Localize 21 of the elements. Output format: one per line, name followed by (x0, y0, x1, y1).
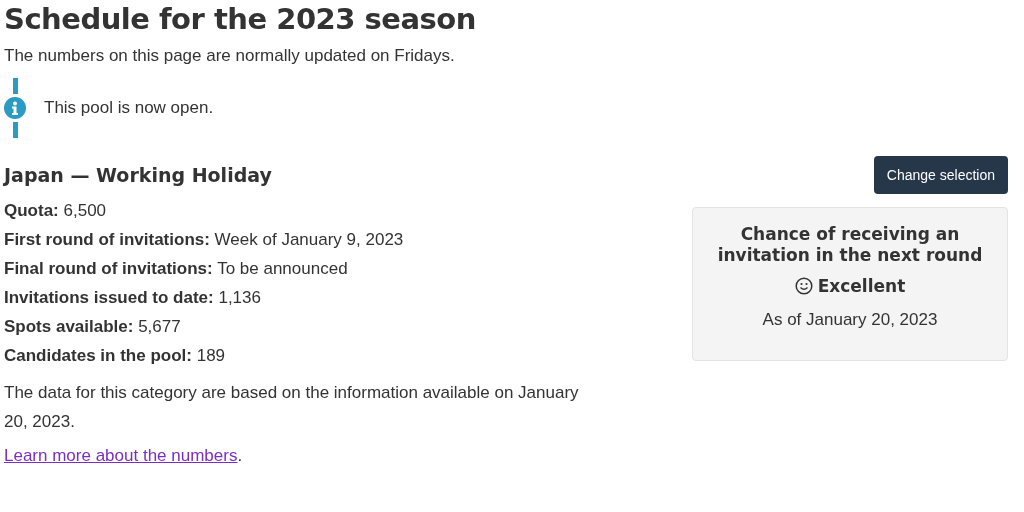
fact-line: First round of invitations: Week of January 9, 2023 (4, 229, 405, 251)
learn-more-link[interactable]: Learn more about the numbers (4, 446, 238, 465)
as-of-date: As of January 20, 2023 (761, 310, 939, 330)
notice-text: This pool is now open. (44, 98, 214, 118)
notice-bar (12, 122, 18, 138)
data-note: The data for this category are based on the information available on January 20, 2023. (4, 382, 580, 433)
info-icon (4, 97, 26, 119)
rating-text: Excellent (817, 276, 906, 296)
chance-heading: Chance of receiving an invitation in the next round (716, 224, 984, 266)
fact-line: Candidates in the pool: 189 (4, 345, 227, 367)
page-title: Schedule for the 2023 season (4, 2, 477, 36)
intro-text: The numbers on this page are normally updated on Fridays. (4, 46, 456, 66)
notice-bar (12, 78, 18, 94)
change-selection-button[interactable]: Change selection (873, 156, 1008, 194)
fact-line: Spots available: 5,677 (4, 316, 182, 338)
fact-line: Invitations issued to date: 1,136 (4, 287, 262, 309)
period-text: . (237, 446, 243, 465)
fact-line: Final round of invitations: To be announced (4, 258, 349, 280)
category-title: Japan — Working Holiday (4, 164, 273, 186)
fact-line: Quota: 6,500 (4, 200, 108, 222)
smiley-icon (794, 277, 813, 295)
